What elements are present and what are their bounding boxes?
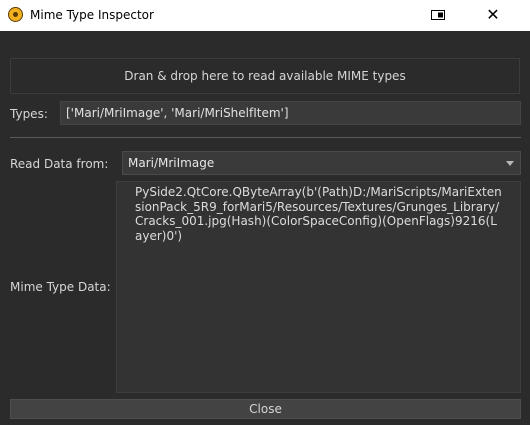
mime-data-label: Mime Type Data:: [10, 280, 111, 294]
mime-data-textarea[interactable]: PySide2.QtCore.QByteArray(b'(Path)D:/Mar…: [116, 181, 521, 393]
read-data-selected-value: Mari/MriImage: [128, 156, 215, 170]
restore-window-icon[interactable]: [431, 10, 445, 20]
drop-zone-text: Dran & drop here to read available MIME …: [124, 69, 406, 83]
title-bar: Mime Type Inspector ✕: [0, 0, 530, 31]
types-label: Types:: [10, 107, 48, 121]
mari-app-icon: [8, 7, 23, 22]
close-button[interactable]: Close: [10, 399, 521, 419]
close-icon[interactable]: ✕: [483, 6, 503, 26]
separator: [10, 137, 521, 138]
drop-zone[interactable]: Dran & drop here to read available MIME …: [10, 58, 520, 94]
chevron-down-icon: [506, 161, 514, 166]
window-title: Mime Type Inspector: [30, 8, 154, 22]
read-data-select[interactable]: Mari/MriImage: [122, 151, 521, 175]
read-data-label: Read Data from:: [10, 157, 109, 171]
types-field[interactable]: ['Mari/MriImage', 'Mari/MriShelfItem']: [60, 101, 521, 125]
